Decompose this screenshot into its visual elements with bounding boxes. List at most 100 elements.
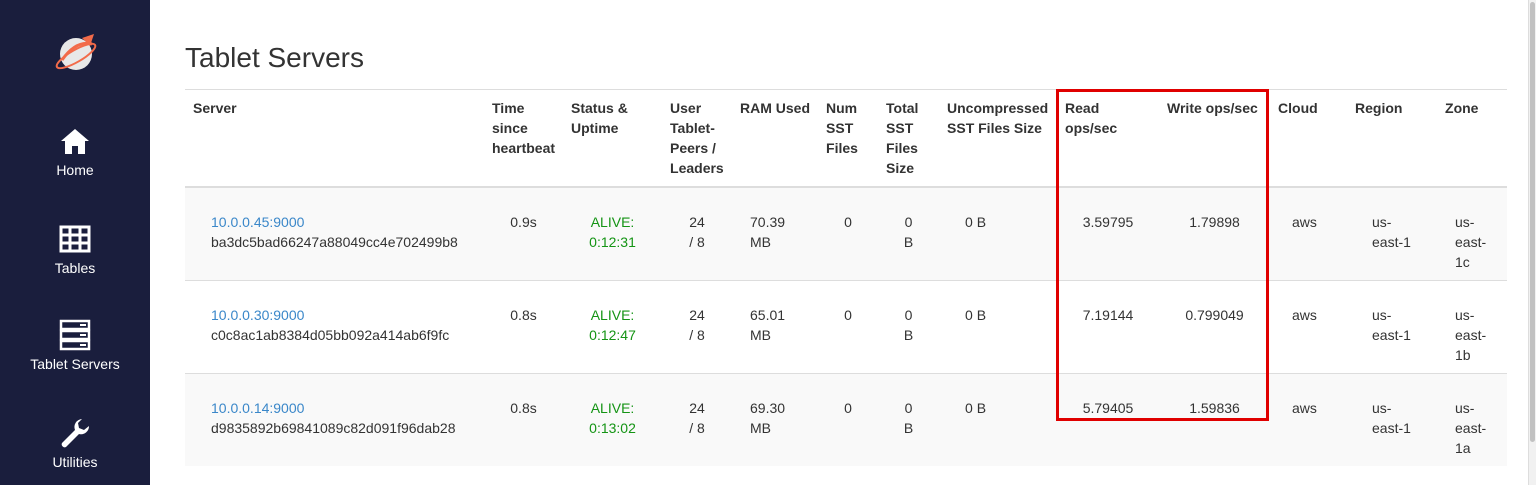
cell-server: 10.0.0.45:9000 ba3dc5bad66247a88049cc4e7…: [185, 186, 484, 280]
cell-peers: 24 / 8: [662, 186, 733, 280]
ram-value: 69.30: [750, 399, 786, 416]
server-uuid: ba3dc5bad66247a88049cc4e702499b8: [211, 234, 458, 250]
sidebar-item-utilities[interactable]: Utilities: [0, 416, 150, 470]
cell-uncompressed: 0 B: [939, 372, 1058, 466]
peers-value: 24: [689, 399, 705, 416]
server-link[interactable]: 10.0.0.45:9000: [211, 212, 476, 232]
cell-sst-size: 0 B: [878, 372, 940, 466]
cell-server: 10.0.0.30:9000 c0c8ac1ab8384d05bb092a414…: [185, 279, 484, 373]
col-header-cloud[interactable]: Cloud: [1270, 89, 1348, 188]
cell-status: ALIVE: 0:12:31: [563, 186, 663, 280]
sidebar-item-label: Tablet Servers: [30, 356, 120, 372]
page-title: Tablet Servers: [185, 42, 364, 73]
cell-zone: us- east-1a: [1437, 372, 1508, 466]
zone-b: east-1c: [1455, 234, 1487, 270]
server-link[interactable]: 10.0.0.14:9000: [211, 398, 476, 418]
sidebar: Home Tables Tablet Servers Utilities: [0, 0, 150, 485]
sidebar-item-tables[interactable]: Tables: [0, 222, 150, 276]
ram-value: 65.01: [750, 306, 786, 323]
table-row: 10.0.0.14:9000 d9835892b69841089c82d091f…: [185, 372, 1508, 466]
server-link[interactable]: 10.0.0.30:9000: [211, 305, 476, 325]
sidebar-item-label: Home: [56, 162, 94, 178]
cell-heartbeat: 0.8s: [484, 372, 564, 466]
sidebar-item-tablet-servers[interactable]: Tablet Servers: [0, 318, 150, 372]
col-header-heartbeat[interactable]: Time since heartbeat: [484, 89, 564, 188]
region-a: us-: [1372, 399, 1392, 416]
cell-region: us- east-1: [1347, 372, 1438, 466]
region-a: us-: [1372, 214, 1392, 230]
logo-icon[interactable]: [52, 30, 100, 74]
sst-size-value: 0: [904, 306, 913, 323]
zone-b: east-1b: [1455, 326, 1487, 363]
col-header-write-ops[interactable]: Write ops/sec: [1159, 89, 1271, 188]
sst-size-value: 0: [904, 214, 913, 230]
tablet-servers-table: Server Time since heartbeat Status & Upt…: [185, 89, 1508, 466]
status-label: ALIVE:: [590, 214, 635, 230]
sidebar-item-home[interactable]: Home: [0, 124, 150, 178]
region-b: east-1: [1372, 419, 1411, 436]
col-header-server[interactable]: Server: [185, 89, 484, 188]
leaders-value: / 8: [689, 234, 705, 250]
cell-cloud: aws: [1270, 372, 1348, 466]
ram-unit: MB: [750, 234, 772, 250]
cell-sst-size: 0 B: [878, 186, 940, 280]
server-uuid: c0c8ac1ab8384d05bb092a414ab6f9fc: [211, 326, 450, 343]
cell-ram: 69.30 MB: [732, 372, 819, 466]
sst-size-unit: B: [903, 419, 914, 436]
sst-size-unit: B: [903, 326, 914, 343]
vertical-scrollbar[interactable]: [1528, 0, 1536, 485]
uptime-label: 0:13:02: [589, 419, 636, 436]
col-header-sst-size[interactable]: Total SST Files Size: [878, 89, 940, 188]
main-content: Tablet Servers Server Time since heartbe…: [150, 0, 1536, 485]
sidebar-item-label: Utilities: [52, 454, 98, 470]
col-header-peers[interactable]: User Tablet-Peers / Leaders: [662, 89, 733, 188]
col-header-zone[interactable]: Zone: [1437, 89, 1508, 188]
col-header-uncompressed[interactable]: Uncompressed SST Files Size: [939, 89, 1058, 188]
uptime-label: 0:12:31: [589, 234, 636, 250]
cell-uncompressed: 0 B: [939, 279, 1058, 373]
region-b: east-1: [1372, 326, 1411, 343]
sst-size-unit: B: [903, 234, 914, 250]
col-header-ram[interactable]: RAM Used: [732, 89, 819, 188]
cell-write-ops: 1.59836: [1159, 372, 1271, 466]
sidebar-item-label: Tables: [54, 260, 96, 276]
cell-sst-files: 0: [818, 279, 879, 373]
ram-unit: MB: [750, 419, 772, 436]
scrollbar-thumb[interactable]: [1530, 2, 1535, 442]
cell-ram: 65.01 MB: [732, 279, 819, 373]
col-header-status[interactable]: Status & Uptime: [563, 89, 663, 188]
wrench-icon: [61, 419, 90, 448]
uptime-label: 0:12:47: [589, 326, 636, 343]
col-header-read-ops[interactable]: Read ops/sec: [1057, 89, 1160, 188]
cell-region: us- east-1: [1347, 186, 1438, 280]
cell-region: us- east-1: [1347, 279, 1438, 373]
table-header-row: Server Time since heartbeat Status & Upt…: [185, 89, 1508, 188]
cell-read-ops: 5.79405: [1057, 372, 1160, 466]
status-label: ALIVE:: [590, 399, 635, 416]
cell-sst-size: 0 B: [878, 279, 940, 373]
cell-read-ops: 3.59795: [1057, 186, 1160, 280]
zone-a: us-: [1455, 399, 1475, 416]
cell-status: ALIVE: 0:12:47: [563, 279, 663, 373]
ram-unit: MB: [750, 326, 772, 343]
cell-sst-files: 0: [818, 372, 879, 466]
ram-value: 70.39: [750, 214, 786, 230]
cell-read-ops: 7.19144: [1057, 279, 1160, 373]
cell-zone: us- east-1c: [1437, 186, 1508, 280]
cell-status: ALIVE: 0:13:02: [563, 372, 663, 466]
server-icon: [59, 319, 91, 351]
cell-peers: 24 / 8: [662, 372, 733, 466]
cell-peers: 24 / 8: [662, 279, 733, 373]
peers-value: 24: [689, 214, 705, 230]
cell-cloud: aws: [1270, 279, 1348, 373]
region-b: east-1: [1372, 234, 1411, 250]
col-header-region[interactable]: Region: [1347, 89, 1438, 188]
cell-write-ops: 0.799049: [1159, 279, 1271, 373]
table-icon: [59, 225, 91, 253]
cell-write-ops: 1.79898: [1159, 186, 1271, 280]
cell-cloud: aws: [1270, 186, 1348, 280]
region-a: us-: [1372, 306, 1392, 323]
col-header-sst-files[interactable]: Num SST Files: [818, 89, 879, 188]
peers-value: 24: [689, 306, 705, 323]
table-row: 10.0.0.30:9000 c0c8ac1ab8384d05bb092a414…: [185, 279, 1508, 373]
